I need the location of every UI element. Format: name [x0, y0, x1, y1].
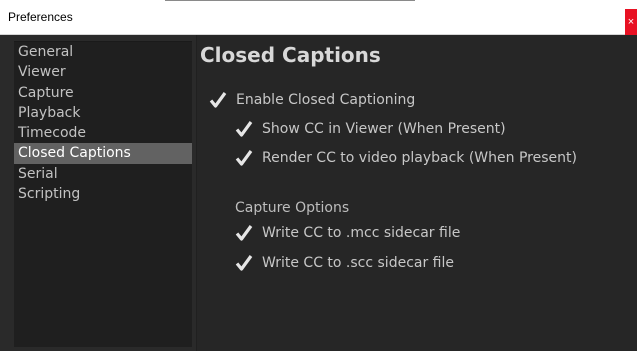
sidebar-item-serial[interactable]: Serial	[14, 164, 192, 184]
sidebar: General Viewer Capture Playback Timecode…	[0, 35, 196, 351]
write-cc-scc-label: Write CC to .scc sidecar file	[262, 255, 454, 271]
render-cc-to-playback-label: Render CC to video playback (When Presen…	[262, 150, 577, 166]
sidebar-item-scripting[interactable]: Scripting	[14, 184, 192, 204]
sidebar-item-playback[interactable]: Playback	[14, 103, 192, 123]
checkmark-icon[interactable]	[235, 254, 253, 272]
title-bar: Preferences ×	[0, 0, 637, 35]
sidebar-item-closed-captions[interactable]: Closed Captions	[14, 143, 192, 164]
write-cc-scc-checkbox[interactable]: Write CC to .scc sidecar file	[235, 254, 454, 272]
page-title: Closed Captions	[200, 43, 381, 67]
sidebar-item-general[interactable]: General	[14, 42, 192, 62]
closed-captions-panel: Closed Captions Enable Closed Captioning…	[196, 35, 632, 351]
render-cc-to-playback-checkbox[interactable]: Render CC to video playback (When Presen…	[235, 149, 577, 167]
close-icon[interactable]: ×	[628, 16, 634, 28]
content-area: Closed Captions Enable Closed Captioning…	[196, 35, 637, 351]
checkmark-icon[interactable]	[235, 224, 253, 242]
enable-closed-captioning-label: Enable Closed Captioning	[236, 92, 416, 108]
title-bar-accent-line	[165, 0, 415, 1]
capture-options-heading: Capture Options	[235, 200, 350, 216]
checkmark-icon[interactable]	[235, 149, 253, 167]
show-cc-in-viewer-checkbox[interactable]: Show CC in Viewer (When Present)	[235, 120, 506, 138]
write-cc-mcc-label: Write CC to .mcc sidecar file	[262, 225, 461, 241]
sidebar-item-timecode[interactable]: Timecode	[14, 123, 192, 143]
write-cc-mcc-checkbox[interactable]: Write CC to .mcc sidecar file	[235, 224, 460, 242]
sidebar-item-capture[interactable]: Capture	[14, 83, 192, 103]
checkmark-icon[interactable]	[209, 91, 227, 109]
sidebar-item-viewer[interactable]: Viewer	[14, 62, 192, 82]
close-button[interactable]: ×	[625, 9, 637, 35]
sidebar-list: General Viewer Capture Playback Timecode…	[14, 41, 192, 347]
enable-closed-captioning-checkbox[interactable]: Enable Closed Captioning	[209, 91, 415, 109]
show-cc-in-viewer-label: Show CC in Viewer (When Present)	[262, 121, 506, 137]
window-title: Preferences	[8, 10, 73, 24]
checkmark-icon[interactable]	[235, 120, 253, 138]
